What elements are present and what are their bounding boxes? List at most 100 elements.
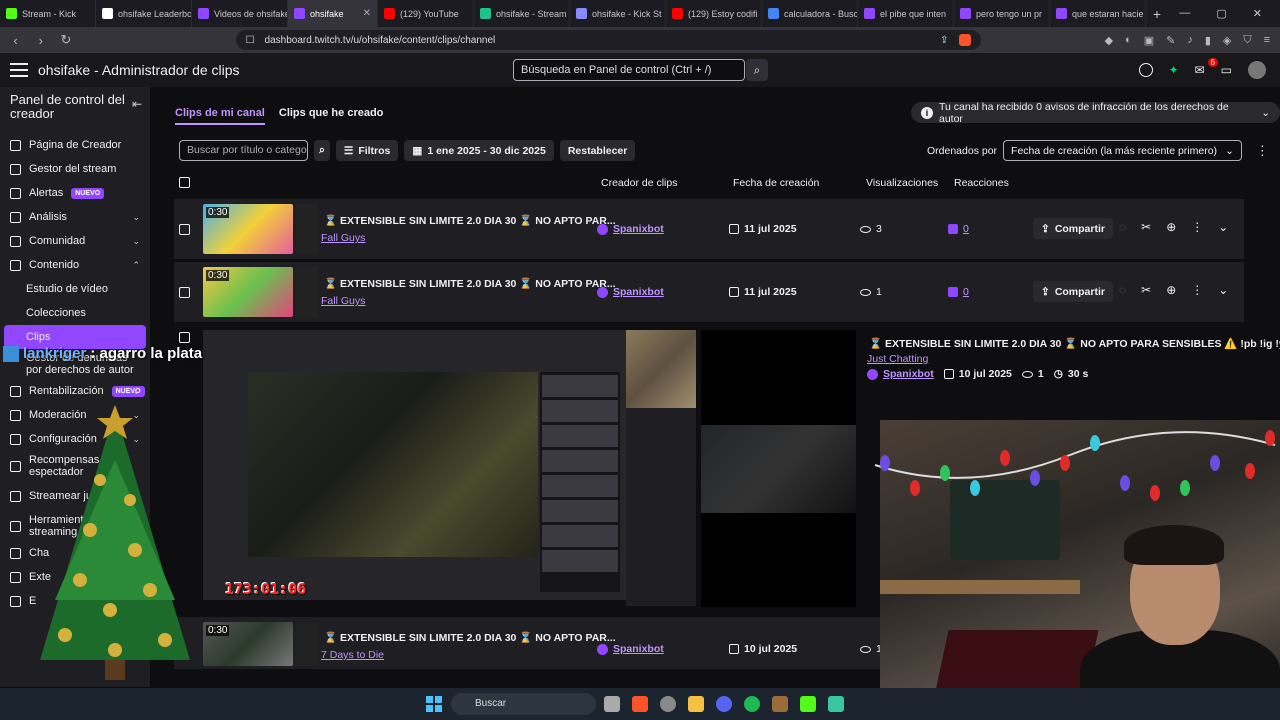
clip-reactions[interactable]: 0 xyxy=(948,286,969,298)
browser-tab[interactable]: (129) Estoy codifi xyxy=(666,0,762,27)
sidebar-item[interactable]: Análisis ⌄ xyxy=(0,205,150,229)
clip-search-input[interactable]: Buscar por título o categoría xyxy=(179,140,308,161)
search-icon[interactable]: ⌕ xyxy=(746,59,768,81)
tab-my-channel-clips[interactable]: Clips de mi canal xyxy=(175,107,265,125)
clip-thumbnail[interactable]: 0:30 xyxy=(203,204,293,254)
hamburger-menu-icon[interactable] xyxy=(10,63,28,77)
forward-icon[interactable]: › xyxy=(35,33,46,48)
clip-creator-link[interactable]: Spanixbot xyxy=(867,368,934,380)
add-icon[interactable]: ⊕ xyxy=(1166,283,1176,297)
sidebar-item[interactable]: Estudio de vídeo xyxy=(0,277,150,301)
extension-icon[interactable]: ◐ xyxy=(1125,34,1132,47)
column-reactions[interactable]: Reacciones xyxy=(954,177,1009,189)
file-explorer-icon[interactable] xyxy=(688,696,704,712)
more-options-icon[interactable]: ⋮ xyxy=(1191,220,1203,234)
browser-tab[interactable]: pero tengo un pr xyxy=(954,0,1050,27)
table-row[interactable]: 0:30 ⌛ EXTENSIBLE SIN LIMITE 2.0 DIA 30 … xyxy=(174,262,1244,322)
chevron-down-icon[interactable]: ⌄ xyxy=(1218,283,1228,297)
extension-icon[interactable]: ✎ xyxy=(1166,34,1175,47)
task-view-icon[interactable] xyxy=(604,696,620,712)
browser-tab[interactable]: ohsifake - Stream xyxy=(474,0,570,27)
vpn-icon[interactable]: ⛉ xyxy=(1243,34,1251,47)
browser-tab[interactable]: el pibe que inten xyxy=(858,0,954,27)
row-checkbox[interactable] xyxy=(179,287,190,298)
browser-tab[interactable]: Videos de ohsifake xyxy=(192,0,288,27)
notifications-icon[interactable]: ▭ 6 xyxy=(1207,58,1232,77)
collapse-sidebar-icon[interactable]: ⇤ xyxy=(132,97,142,111)
sparkle-icon[interactable]: ✦ xyxy=(1169,63,1179,77)
clip-game-link[interactable]: Just Chatting xyxy=(867,353,928,365)
app-icon[interactable] xyxy=(828,696,844,712)
column-date[interactable]: Fecha de creación xyxy=(733,177,819,189)
spotify-icon[interactable] xyxy=(744,696,760,712)
row-checkbox[interactable] xyxy=(179,332,190,343)
clip-title[interactable]: ⌛ EXTENSIBLE SIN LIMITE 2.0 DIA 30 ⌛ NO … xyxy=(324,631,616,644)
sidebar-item[interactable]: Página de Creador xyxy=(0,133,150,157)
wallet-icon[interactable]: ◈ xyxy=(1223,34,1231,47)
table-row[interactable]: 0:30 ⌛ EXTENSIBLE SIN LIMITE 2.0 DIA 30 … xyxy=(174,199,1244,259)
sidebar-item[interactable]: Comunidad ⌄ xyxy=(0,229,150,253)
clip-thumbnail[interactable]: 0:30 xyxy=(203,267,293,317)
add-icon[interactable]: ⊕ xyxy=(1166,220,1176,234)
row-checkbox[interactable] xyxy=(179,224,190,235)
browser-tab[interactable]: ohsifake Leaderbo xyxy=(96,0,192,27)
clip-creator-link[interactable]: Spanixbot xyxy=(597,286,664,298)
share-icon[interactable]: ⇪ xyxy=(940,35,948,46)
inbox-icon[interactable]: ✉ xyxy=(1195,63,1205,77)
url-text[interactable]: dashboard.twitch.tv/u/ohsifake/content/c… xyxy=(265,35,931,46)
clip-creator-link[interactable]: Spanixbot xyxy=(597,643,664,655)
column-creator[interactable]: Creador de clips xyxy=(601,177,677,189)
music-icon[interactable]: ♪ xyxy=(1187,34,1193,47)
clip-game-link[interactable]: Fall Guys xyxy=(321,232,365,244)
share-button[interactable]: ⇪ Compartir xyxy=(1033,218,1113,239)
extension-icon[interactable]: ▣ xyxy=(1144,34,1154,47)
sidebar-item[interactable]: Contenido ⌃ xyxy=(0,253,150,277)
sidebar-item[interactable]: Alertas NUEVO xyxy=(0,181,150,205)
sort-select[interactable]: Fecha de creación (la más reciente prime… xyxy=(1003,140,1242,161)
browser-tab[interactable]: que estaran hacie xyxy=(1050,0,1146,27)
clip-reactions[interactable]: 0 xyxy=(948,223,969,235)
brave-icon[interactable] xyxy=(632,696,648,712)
reload-icon[interactable]: ↻ xyxy=(60,32,72,48)
copyright-notice[interactable]: i Tu canal ha recibido 0 avisos de infra… xyxy=(911,101,1280,125)
share-button[interactable]: ⇪ Compartir xyxy=(1033,281,1113,302)
dashboard-search-input[interactable]: Búsqueda en Panel de control (Ctrl + /) xyxy=(513,59,745,81)
clip-title[interactable]: ⌛ EXTENSIBLE SIN LIMITE 2.0 DIA 30 ⌛ NO … xyxy=(324,277,616,290)
date-range-button[interactable]: ▦ 1 ene 2025 - 30 dic 2025 xyxy=(404,140,554,161)
column-views[interactable]: Visualizaciones xyxy=(866,177,938,189)
clip-preview-player[interactable] xyxy=(203,330,626,600)
chevron-down-icon[interactable]: ⌄ xyxy=(1218,220,1228,234)
filters-button[interactable]: ☰ Filtros xyxy=(335,140,399,161)
browser-tab[interactable]: (129) YouTube xyxy=(378,0,474,27)
scissors-icon[interactable]: ✂ xyxy=(1141,220,1151,234)
browser-tab[interactable]: Stream - Kick xyxy=(0,0,96,27)
bookmark-icon[interactable]: ☐ xyxy=(246,35,255,46)
reset-button[interactable]: Restablecer xyxy=(559,140,636,161)
maximize-icon[interactable]: ▢ xyxy=(1216,7,1226,20)
close-tab-icon[interactable]: ✕ xyxy=(363,8,371,19)
kick-icon[interactable] xyxy=(800,696,816,712)
help-icon[interactable] xyxy=(1138,63,1153,77)
windows-start-icon[interactable] xyxy=(426,696,442,712)
clip-game-link[interactable]: 7 Days to Die xyxy=(321,649,384,661)
menu-icon[interactable]: ≡ xyxy=(1264,34,1270,47)
scissors-icon[interactable]: ✂ xyxy=(1141,283,1151,297)
app-icon[interactable] xyxy=(772,696,788,712)
clip-creator-link[interactable]: Spanixbot xyxy=(597,223,664,235)
browser-tab[interactable]: ohsifake - Kick St xyxy=(570,0,666,27)
search-icon[interactable]: ⌕ xyxy=(314,140,330,161)
browser-tab[interactable]: ohsifake ✕ xyxy=(288,0,378,27)
minimize-icon[interactable]: — xyxy=(1179,7,1190,20)
obs-icon[interactable] xyxy=(660,696,676,712)
clip-thumbnail[interactable]: 0:30 xyxy=(203,622,293,666)
sidebar-item[interactable]: Colecciones xyxy=(0,301,150,325)
close-icon[interactable]: ✕ xyxy=(1253,7,1262,20)
new-tab-icon[interactable]: + xyxy=(1146,6,1168,22)
back-icon[interactable]: ‹ xyxy=(10,33,21,48)
select-all-checkbox[interactable] xyxy=(179,177,190,188)
url-field[interactable]: ☐ dashboard.twitch.tv/u/ohsifake/content… xyxy=(235,30,981,50)
more-options-icon[interactable]: ⋮ xyxy=(1191,283,1203,297)
clip-game-link[interactable]: Fall Guys xyxy=(321,295,365,307)
discord-icon[interactable] xyxy=(716,696,732,712)
browser-tab[interactable]: calculadora - Busc xyxy=(762,0,858,27)
